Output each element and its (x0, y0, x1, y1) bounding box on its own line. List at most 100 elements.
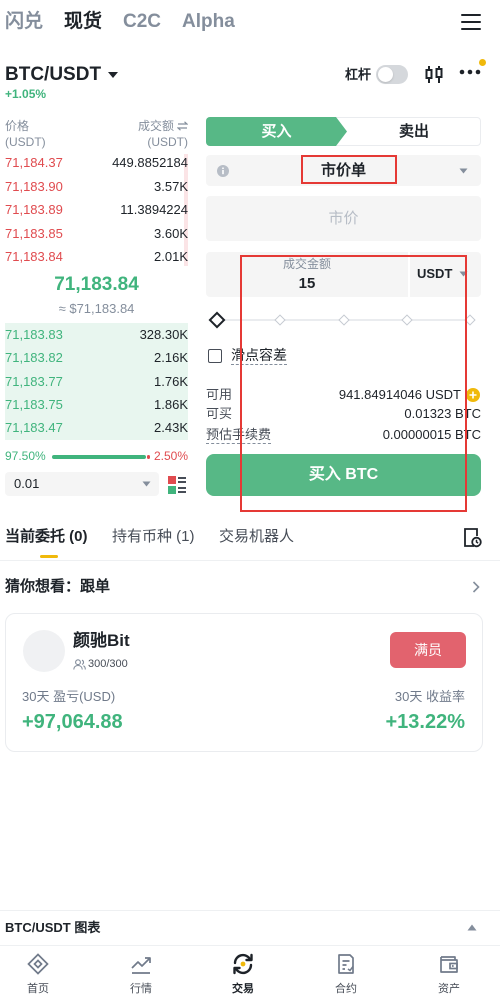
bid-row[interactable]: 71,183.47 2.43K (5, 416, 188, 439)
chevron-up-icon[interactable] (467, 924, 477, 931)
order-type-select[interactable]: 市价单 (206, 155, 481, 186)
hamburger-menu-icon[interactable] (461, 13, 481, 31)
slider-mark-25[interactable] (274, 314, 286, 326)
slider-mark-50[interactable] (337, 314, 350, 326)
top-nav: 闪兑 现货 C2C Alpha (0, 0, 500, 46)
chart-panel-toggle[interactable]: BTC/USDT 图表 (5, 919, 100, 936)
nav-futures[interactable]: 合约 (316, 952, 376, 1002)
tab-trading-bots[interactable]: 交易机器人 (219, 527, 294, 547)
bid-row[interactable]: 71,183.82 2.16K (5, 346, 188, 369)
amount-unit-select[interactable]: USDT (417, 266, 452, 282)
fee-value: 0.00000015 BTC (382, 427, 481, 442)
full-status-button[interactable]: 满员 (390, 632, 466, 668)
bid-row[interactable]: 71,183.75 1.86K (5, 393, 188, 416)
amount-value[interactable]: 15 (206, 274, 408, 293)
ask-volume: 3.57K (154, 178, 188, 194)
bid-price: 71,183.77 (5, 373, 63, 389)
trader-name: 颜驰Bit (73, 631, 130, 650)
nav-markets[interactable]: 行情 (111, 952, 171, 1002)
bid-price: 71,183.47 (5, 420, 63, 436)
chevron-down-icon (459, 271, 468, 277)
price-unit: (USDT) (5, 135, 46, 149)
amount-input[interactable]: 成交金额 15 USDT (206, 252, 481, 297)
tab-c2c[interactable]: C2C (123, 9, 161, 35)
ask-row[interactable]: 71,183.84 2.01K (5, 245, 188, 269)
price-change: +1.05% (5, 87, 47, 101)
slider-mark-75[interactable] (401, 314, 413, 326)
precision-select[interactable]: 0.01 (5, 472, 159, 496)
last-price[interactable]: 71,183.84 (5, 273, 188, 297)
buy-tab[interactable]: 买入 (206, 117, 347, 146)
last-price-fiat: ≈ $71,183.84 (58, 301, 135, 316)
price-input[interactable]: 市价 (206, 196, 481, 241)
slider-mark-100[interactable] (464, 314, 476, 326)
volume-unit: (USDT) (147, 135, 188, 149)
pnl-label: 30天 盈亏(USD) (22, 689, 116, 704)
ask-row[interactable]: 71,183.90 3.57K (5, 175, 188, 199)
symbol-selector[interactable]: BTC/USDT (5, 63, 119, 87)
nav-markets-label: 行情 (130, 983, 152, 995)
buy-ratio-label: 97.50% (5, 449, 46, 463)
leverage-toggle[interactable] (376, 65, 408, 84)
buy-sell-ratio-bar (52, 455, 150, 459)
sell-tab[interactable]: 卖出 (347, 117, 481, 146)
nav-assets-label: 资产 (438, 983, 460, 995)
bid-list: 71,183.83 328.30K 71,183.82 2.16K 71,183.7… (5, 323, 188, 439)
nav-assets[interactable]: 资产 (419, 952, 479, 1002)
ask-volume: 2.01K (154, 249, 188, 265)
bid-price: 71,183.82 (5, 350, 63, 366)
divider (408, 252, 410, 297)
tab-holdings[interactable]: 持有币种 (1) (112, 527, 195, 547)
nav-futures-label: 合约 (335, 983, 357, 995)
available-value: 941.84914046 USDT (338, 387, 461, 402)
buy-ratio-fill (52, 455, 147, 459)
precision-value: 0.01 (14, 476, 40, 491)
nav-trade[interactable]: 交易 (213, 952, 273, 1002)
suggestion-title[interactable]: 猜你想看：跟单 (5, 577, 110, 597)
max-buy-value: 0.01323 BTC (404, 406, 481, 421)
ask-row[interactable]: 71,183.85 3.60K (5, 222, 188, 246)
roi-value: +13.22% (385, 711, 465, 733)
nav-home-label: 首页 (27, 983, 49, 995)
ask-price: 71,184.37 (5, 155, 63, 171)
slider-handle[interactable] (208, 311, 226, 329)
candlestick-chart-icon[interactable] (424, 64, 444, 85)
order-history-icon[interactable] (462, 527, 482, 548)
tab-alpha[interactable]: Alpha (182, 9, 235, 35)
chevron-down-icon (107, 71, 119, 79)
depth-layout-icon[interactable] (168, 476, 186, 494)
chevron-down-icon (142, 481, 151, 487)
roi-label: 30天 收益率 (394, 689, 465, 704)
more-dots-icon[interactable] (459, 68, 481, 76)
add-funds-plus-icon[interactable] (466, 388, 480, 402)
tab-open-orders[interactable]: 当前委托 (0) (5, 527, 88, 547)
slippage-label[interactable]: 滑点容差 (231, 347, 287, 365)
buy-submit-button[interactable]: 买入 BTC (206, 454, 481, 496)
tab-convert[interactable]: 闪兑 (5, 9, 43, 35)
ask-row[interactable]: 71,183.89 11.3894224 (5, 198, 188, 222)
home-diamond-icon (27, 953, 49, 975)
volume-header-toggle[interactable]: 成交额 (138, 118, 188, 134)
chevron-right-icon[interactable] (472, 581, 480, 593)
tab-spot[interactable]: 现货 (64, 9, 102, 35)
bid-row[interactable]: 71,183.77 1.76K (5, 370, 188, 393)
divider (0, 910, 500, 911)
price-placeholder: 市价 (328, 210, 359, 227)
ask-price: 71,183.89 (5, 202, 63, 218)
ask-row[interactable]: 71,184.37 449.8852184 (5, 151, 188, 175)
bid-row[interactable]: 71,183.83 328.30K (5, 323, 188, 346)
notification-dot (479, 59, 486, 66)
trade-swap-icon (233, 953, 253, 975)
follower-count-value: 300/300 (88, 658, 128, 670)
swap-unit-icon (177, 121, 188, 131)
bid-volume: 2.43K (154, 420, 188, 436)
pnl-value: +97,064.88 (22, 711, 123, 733)
ask-price: 71,183.90 (5, 178, 63, 194)
bid-volume: 328.30K (139, 327, 188, 343)
amount-slider[interactable] (208, 311, 476, 329)
pair-symbol: BTC/USDT (5, 64, 102, 85)
ask-volume: 449.8852184 (112, 155, 188, 171)
slippage-checkbox[interactable] (208, 349, 222, 363)
toggle-knob (378, 67, 393, 82)
nav-home[interactable]: 首页 (8, 952, 68, 1002)
